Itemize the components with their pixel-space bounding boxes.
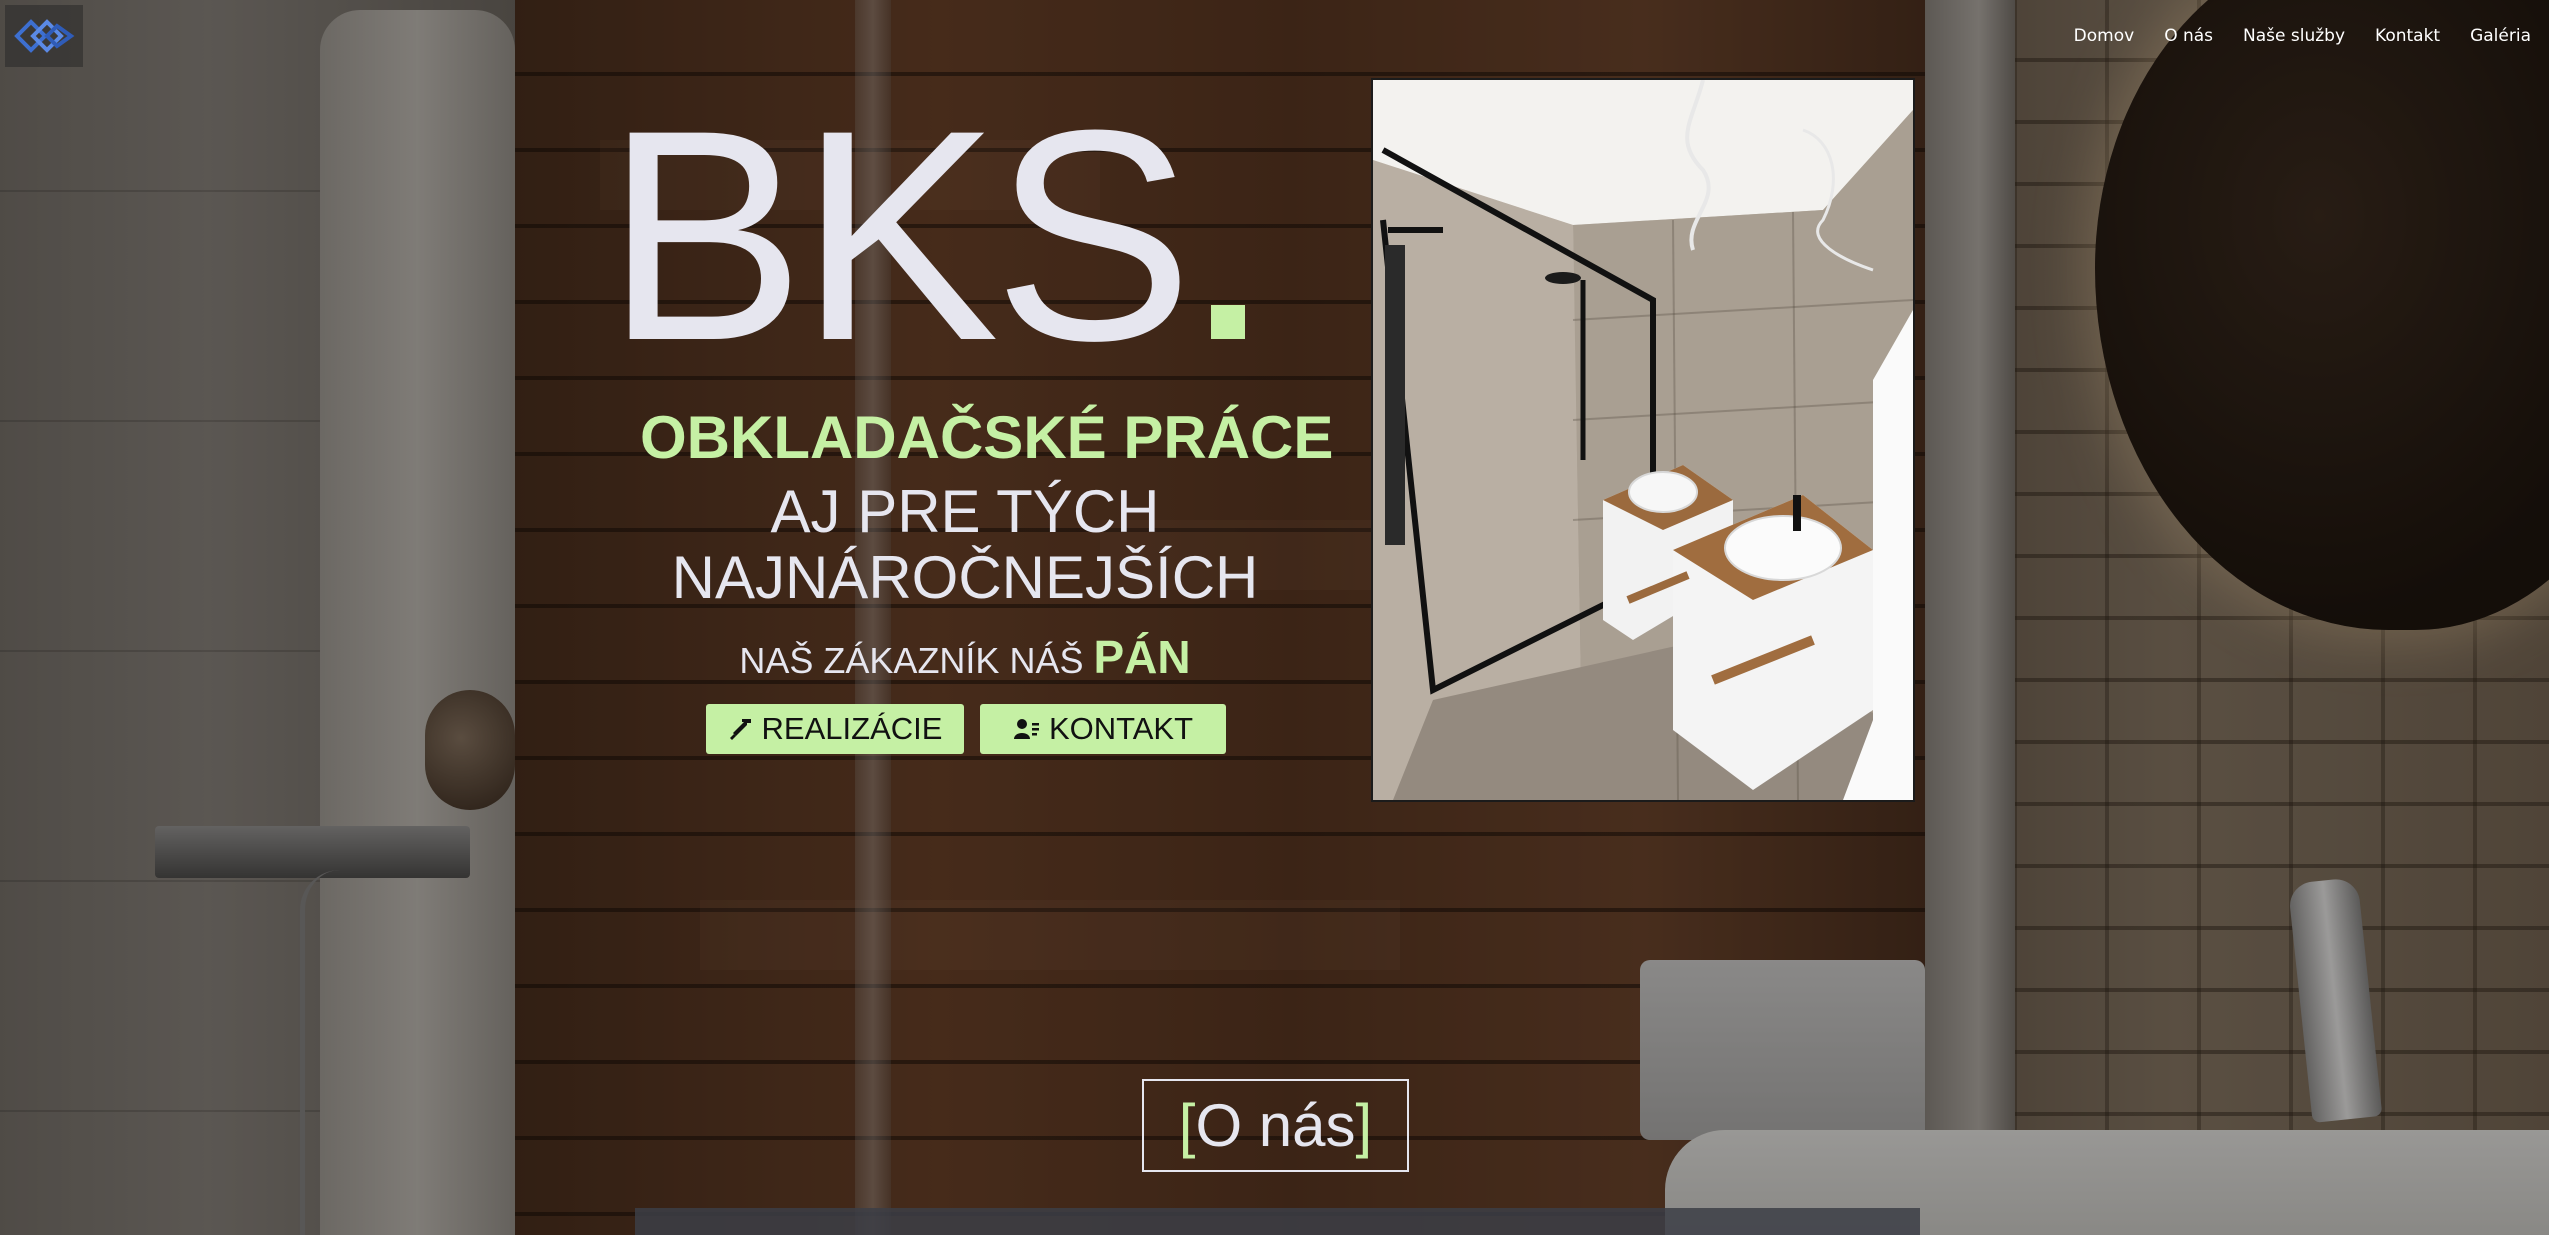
hero-background [0,0,2549,1235]
nav-item-galeria[interactable]: Galéria [2470,26,2531,46]
about-label: O nás [1195,1092,1356,1159]
bottom-bar [635,1208,1920,1235]
contact-card-icon [1013,719,1039,739]
bathroom-photo [1371,78,1915,802]
kontakt-button[interactable]: KONTAKT [980,704,1226,754]
hammer-icon [729,719,751,740]
kontakt-label: KONTAKT [1048,711,1194,746]
brand-dot [1211,305,1246,339]
motto-accent: PÁN [1093,631,1191,683]
realizacie-button[interactable]: REALIZÁCIE [706,704,964,754]
nav-item-kontakt[interactable]: Kontakt [2375,26,2440,46]
brand-text: BKS [605,67,1193,403]
logo[interactable] [5,5,83,67]
tagline-line-2: NAJNÁROČNEJŠÍCH [671,544,1259,611]
nav-item-domov[interactable]: Domov [2074,26,2135,46]
realizacie-label: REALIZÁCIE [761,711,943,746]
tagline-accent: OBKLADAČSKÉ PRÁCE [640,404,1334,471]
motto-prefix: NAŠ ZÁKAZNÍK NÁŠ [739,640,1084,681]
main-nav: Domov O nás Naše služby Kontakt Galéria [2074,26,2531,46]
brand-heading: BKS [605,85,1246,385]
about-bracket-open: [ [1178,1092,1196,1159]
dark-overlay [0,0,2549,1235]
nav-item-o-nas[interactable]: O nás [2164,26,2213,46]
about-bracket-close: ] [1355,1092,1373,1159]
nav-item-nase-sluzby[interactable]: Naše služby [2243,26,2345,46]
motto: NAŠ ZÁKAZNÍK NÁŠ PÁN [640,630,1290,684]
about-button[interactable]: [O nás] [1142,1079,1409,1172]
bathroom-photo-illustration [1373,80,1913,800]
tagline-line-1: AJ PRE TÝCH [770,478,1160,545]
bks-diamond-logo-icon [14,19,75,53]
